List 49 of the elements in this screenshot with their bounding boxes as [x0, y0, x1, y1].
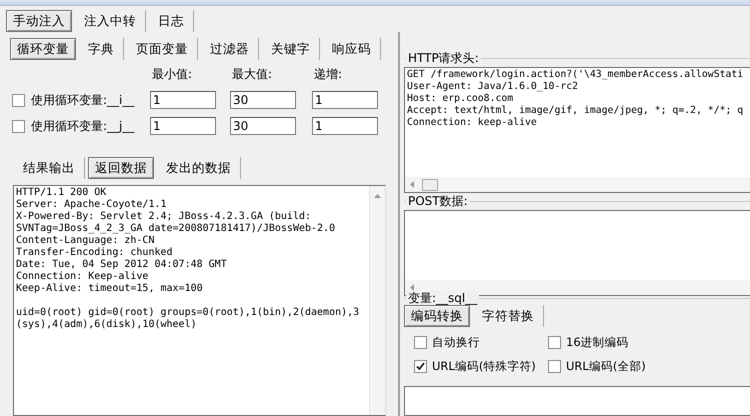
checkbox-label: 自动换行 [432, 335, 480, 350]
step-field[interactable]: 1 [312, 91, 378, 109]
group-title: POST数据: [406, 194, 470, 208]
checkbox-label: 使用循环变量:__i__ [31, 92, 134, 108]
response-text: uid=0(root) gid=0(root) groups=0(root),1(bin),2(daemon),3 (sys),4(adm),6(disk),10(wheel) [16, 307, 360, 331]
request-header-field[interactable]: GET /framework/login.action?('\43_memberAccess.allowStati User-Agent: Java/1.6.0_10-rc2 Host: erp.coo8.com Accept: text/html, image/gif, image/jpeg, *; q=.2, */*; q Connection: keep-alive [404, 67, 750, 193]
max-field[interactable]: 30 [230, 91, 296, 109]
request-text: GET /framework/login.action?('\43_memberAccess.allowStati User-Agent: Java/1.6.0_10-rc2 Host: erp.coo8.com Accept: text/html, image/gif, image/jpeg, *; q=.2, */*; q Connection: keep-alive [406, 68, 744, 130]
tab[interactable]: 注入中转 [75, 10, 146, 32]
output-field[interactable] [404, 386, 750, 416]
tab[interactable]: 字典 [79, 38, 124, 60]
tab[interactable]: 发出的数据 [157, 157, 241, 179]
checkbox[interactable] [414, 360, 427, 373]
checkbox[interactable] [548, 360, 561, 373]
tab[interactable]: 循环变量 [10, 38, 76, 60]
scroll-left-icon[interactable] [410, 284, 414, 291]
step-field[interactable]: 1 [312, 117, 378, 135]
scroll-up-icon[interactable] [374, 194, 381, 198]
group-title: HTTP请求头: [406, 51, 481, 65]
tab[interactable]: 关键字 [262, 38, 320, 60]
column-label: 最小值: [151, 66, 194, 83]
response-text: HTTP/1.1 200 OK Server: Apache-Coyote/1.1 X-Powered-By: Servlet 2.4; JBoss-4.2.3.GA (build: SVNTag=JBoss_4_2_3_GA date=200807181417)/JBossWeb-2.0 Content-Language: zh-CN Transfer-Encoding: chunked Date: Tue, 04 Sep 2012 04:07:48 GMT Connection: Keep-alive Keep-Alive: timeout=15, max=100 [16, 187, 336, 295]
tab[interactable]: 手动注入 [6, 10, 72, 32]
group-title: 变量:__sql__ [406, 291, 480, 305]
tab[interactable]: 过滤器 [201, 38, 259, 60]
tab[interactable]: 日志 [149, 10, 194, 32]
tab[interactable]: 响应码 [323, 38, 381, 60]
scroll-left-icon[interactable] [410, 181, 414, 188]
column-label: 最大值: [231, 66, 274, 83]
checkbox[interactable] [12, 94, 25, 106]
checkbox-label: 16进制编码 [566, 335, 629, 350]
checkbox[interactable] [548, 336, 561, 349]
min-field[interactable]: 1 [150, 117, 216, 135]
max-field[interactable]: 30 [230, 117, 296, 135]
tab[interactable]: 字符替换 [473, 305, 544, 327]
tab[interactable]: 结果输出 [14, 157, 85, 179]
scroll-thumb[interactable] [422, 178, 438, 190]
checkbox[interactable] [414, 336, 427, 349]
min-field[interactable]: 1 [150, 91, 216, 109]
tab[interactable]: 编码转换 [404, 305, 470, 327]
scrollbar[interactable] [369, 186, 385, 415]
scrollbar[interactable] [405, 177, 750, 192]
tab[interactable]: 返回数据 [88, 157, 154, 179]
checkbox-label: URL编码(特殊字符) [432, 359, 536, 374]
checkbox-label: 使用循环变量:__j__ [31, 118, 134, 134]
checkbox-label: URL编码(全部) [566, 359, 646, 374]
checkbox[interactable] [12, 120, 25, 132]
tab[interactable]: 页面变量 [127, 38, 198, 60]
column-label: 递增: [313, 66, 344, 83]
